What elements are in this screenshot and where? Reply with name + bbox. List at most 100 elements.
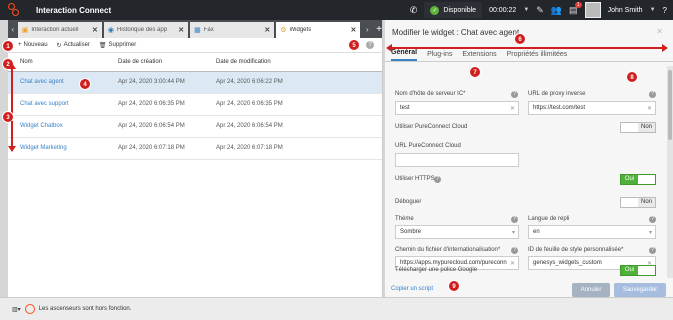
annotation-marker: 6 [514, 33, 526, 45]
scrollbar-thumb[interactable] [668, 70, 672, 140]
google-font-toggle[interactable]: Oui [620, 265, 656, 276]
theme-select[interactable]: Sombre ▾ [395, 225, 519, 239]
chevron-down-icon[interactable]: ▼ [523, 7, 529, 13]
genesys-logo-icon [24, 304, 35, 314]
save-button[interactable]: Sauvegarder [614, 283, 666, 297]
theme-label: Thème [395, 216, 414, 222]
tab-interaction[interactable]: ▣ Interaction actuell ✕ [17, 22, 102, 38]
delete-button[interactable]: 🗑 Supprimer [99, 42, 136, 49]
tab-label: Historique des app [117, 27, 168, 33]
proxy-field[interactable]: https://test.com/test ✕ [528, 101, 656, 115]
genesys-logo-icon [8, 3, 22, 17]
chevron-down-icon: ▾ [648, 230, 652, 236]
chevron-down-icon: ▾ [511, 230, 515, 236]
phone-icon[interactable]: ✆ [410, 5, 418, 16]
modified-date: Apr 24, 2020 6:06:22 PM [204, 71, 382, 94]
messages-icon[interactable]: ▤ 1 [569, 1, 582, 16]
table-row[interactable]: Widget Chatbox Apr 24, 2020 6:06:54 PM A… [8, 115, 382, 138]
help-icon[interactable]: ? [649, 91, 656, 98]
users-icon[interactable]: 👥 [551, 5, 562, 16]
close-icon[interactable]: ✕ [92, 26, 98, 34]
help-icon[interactable]: ? [649, 247, 656, 254]
help-icon[interactable]: ? [511, 247, 518, 254]
table-row[interactable]: Widget Marketing Apr 24, 2020 6:07:18 PM… [8, 137, 382, 160]
app-header: Interaction Connect ✆ ✓ Disponible 00:00… [0, 0, 673, 20]
table-row[interactable]: Chat avec support Apr 24, 2020 6:06:35 P… [8, 93, 382, 116]
created-date: Apr 24, 2020 6:06:35 PM [106, 93, 204, 116]
created-date: Apr 24, 2020 6:06:54 PM [106, 115, 204, 138]
use-cloud-label: Utiliser PureConnect Cloud [395, 124, 468, 130]
new-button[interactable]: + Nouveau [18, 42, 48, 48]
annotation-marker: 8 [626, 71, 638, 83]
proxy-label: URL de proxy inverse [528, 91, 586, 97]
history-icon: ◉ [107, 27, 115, 34]
tab-label: Fax [203, 27, 214, 33]
help-icon[interactable]: ? [511, 91, 518, 98]
help-icon[interactable]: ? [663, 6, 667, 15]
user-name[interactable]: John Smith [608, 7, 643, 14]
table-row[interactable]: Chat avec agent Apr 24, 2020 3:00:44 PM … [8, 71, 382, 94]
annotation-arrowhead [662, 44, 668, 52]
tab-label: Widgets [289, 27, 312, 33]
tab-widgets[interactable]: ⚙ Widgets ✕ [276, 22, 361, 38]
debug-toggle[interactable]: Non [620, 197, 656, 208]
widget-name[interactable]: Widget Marketing [8, 137, 106, 160]
chevron-left-icon[interactable]: ‹ [8, 25, 18, 34]
annotation-arrow [390, 47, 664, 49]
https-toggle[interactable]: Oui [620, 174, 656, 185]
help-icon[interactable]: ? [649, 216, 656, 223]
widgets-panel: ‹ ▣ Interaction actuell ✕ ◉ Historique d… [8, 20, 383, 297]
column-modified[interactable]: Date de modification [204, 53, 382, 72]
column-name[interactable]: Nom [8, 53, 106, 72]
help-icon[interactable]: ? [434, 176, 441, 183]
annotation-marker: 1 [2, 40, 14, 52]
chevron-down-icon[interactable]: ▼ [650, 7, 656, 13]
widgets-icon: ⚙ [280, 27, 287, 34]
clear-icon[interactable]: ✕ [647, 105, 652, 112]
close-icon[interactable]: ✕ [264, 26, 270, 34]
widget-name[interactable]: Chat avec agent [8, 71, 106, 94]
chevron-right-icon[interactable]: › [362, 25, 372, 34]
layout-icon[interactable]: ▥▾ [12, 306, 21, 313]
tab-extensions[interactable]: Extensions [462, 51, 496, 61]
refresh-button[interactable]: ↻ Actualiser [57, 42, 90, 49]
dialog-scrollbar[interactable] [667, 66, 673, 278]
avatar[interactable] [584, 2, 601, 18]
copy-script-link[interactable]: Copier un script [391, 286, 433, 292]
trash-icon: 🗑 [98, 42, 107, 49]
clear-icon[interactable]: ✕ [510, 260, 515, 267]
interaction-icon: ▣ [21, 27, 29, 34]
edit-icon[interactable]: ✎ [536, 5, 544, 16]
widget-name[interactable]: Chat avec support [8, 93, 106, 116]
widget-name[interactable]: Widget Chatbox [8, 115, 106, 138]
dialog-body: Nom d'hôte de serveur IC* ? test ✕ URL de… [385, 66, 667, 278]
status-bar: ▥▾ Les ascenseurs sont hors fonction. [0, 297, 673, 320]
hostname-label: Nom d'hôte de serveur IC* [395, 91, 466, 97]
close-icon[interactable]: ✕ [656, 27, 663, 36]
toggle-label: Non [638, 123, 655, 132]
help-icon[interactable]: ? [366, 41, 374, 49]
hostname-field[interactable]: test ✕ [395, 101, 519, 115]
toggle-label: Oui [621, 175, 638, 184]
cloud-url-field[interactable] [395, 153, 519, 167]
app-title: Interaction Connect [36, 5, 112, 15]
close-icon[interactable]: ✕ [351, 26, 357, 34]
google-font-label: Télécharger une police Google [395, 267, 478, 273]
refresh-icon: ↻ [56, 42, 62, 49]
tab-unlimited-properties[interactable]: Propriétés illimitées [507, 51, 568, 61]
help-icon[interactable]: ? [511, 216, 518, 223]
tab-general[interactable]: Général [391, 49, 418, 61]
clear-icon[interactable]: ✕ [510, 105, 515, 112]
add-tab-button[interactable]: + [376, 24, 382, 35]
created-date: Apr 24, 2020 6:07:18 PM [106, 137, 204, 160]
tab-plugins[interactable]: Plug-ins [427, 51, 452, 61]
close-icon[interactable]: ✕ [178, 26, 184, 34]
status-selector[interactable]: ✓ Disponible [424, 2, 483, 18]
tab-history[interactable]: ◉ Historique des app ✕ [103, 22, 189, 38]
fallback-value: en [533, 229, 540, 235]
column-created[interactable]: Date de création [106, 53, 204, 72]
tab-fax[interactable]: ▦ Fax ✕ [190, 22, 275, 38]
cancel-button[interactable]: Annuler [572, 283, 610, 297]
fallback-select[interactable]: en ▾ [528, 225, 656, 239]
use-cloud-toggle[interactable]: Non [620, 122, 656, 133]
